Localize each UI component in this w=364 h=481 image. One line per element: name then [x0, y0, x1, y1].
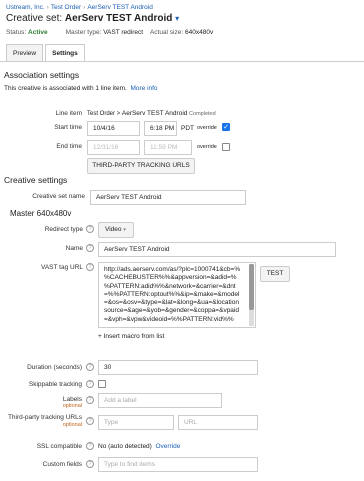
custom-fields-input[interactable]: Type to find items: [98, 457, 258, 472]
labels-optional: optional: [62, 403, 82, 409]
end-time-input[interactable]: 11:59 PM: [144, 140, 192, 155]
creative-settings-heading: Creative settings: [4, 175, 68, 185]
breadcrumb-separator: ›: [46, 4, 49, 11]
tracking-url-input[interactable]: URL: [178, 415, 258, 430]
start-date-input[interactable]: 10/4/16: [87, 121, 140, 136]
line-item-name: AerServ TEST Android: [121, 110, 188, 117]
start-override-checkbox[interactable]: ✓: [222, 123, 230, 131]
ssl-override-link[interactable]: Override: [155, 443, 180, 450]
breadcrumb-test-order[interactable]: Test Order: [51, 4, 81, 11]
master-type-value: VAST redirect: [103, 29, 144, 36]
duration-input[interactable]: 30: [98, 360, 258, 375]
tab-settings[interactable]: Settings: [45, 44, 85, 62]
start-timezone: PDT: [181, 125, 194, 132]
breadcrumb-separator: ›: [83, 4, 86, 11]
dropdown-caret-icon[interactable]: ▾: [175, 14, 179, 23]
ssl-value: No (auto detected): [98, 443, 152, 450]
start-time-input[interactable]: 6:18 PM: [144, 121, 177, 136]
breadcrumb-creative[interactable]: AerServ TEST Android: [87, 4, 153, 11]
help-icon[interactable]: ?: [86, 442, 94, 450]
status-label: Status:: [6, 29, 27, 36]
vast-tag-textarea[interactable]: http://ads.aerserv.com/as/?plc=1000741&c…: [98, 262, 256, 328]
redirect-type-select[interactable]: Video ▾: [98, 222, 134, 238]
labels-label: Labels optional: [5, 396, 82, 409]
help-icon[interactable]: ?: [86, 244, 94, 252]
help-icon[interactable]: ?: [86, 396, 94, 404]
custom-fields-label: Custom fields: [42, 461, 82, 468]
ssl-label: SSL compatible: [36, 443, 82, 450]
skippable-label: Skippable tracking: [28, 381, 82, 388]
creative-set-name-input[interactable]: AerServ TEST Android: [90, 190, 246, 205]
tab-preview[interactable]: Preview: [6, 44, 44, 62]
more-info-link[interactable]: More info: [130, 85, 157, 92]
end-override-checkbox[interactable]: [222, 143, 230, 151]
tracking-type-input[interactable]: Type: [98, 415, 174, 430]
help-icon[interactable]: ?: [86, 380, 94, 388]
start-override-label: override: [197, 125, 217, 131]
help-icon[interactable]: ?: [86, 225, 94, 233]
plus-icon: +: [98, 333, 102, 340]
tracking-urls-optional: optional: [62, 421, 82, 428]
line-item-status: Completed: [189, 111, 216, 117]
name-input[interactable]: AerServ TEST Android: [98, 242, 336, 257]
duration-label: Duration (seconds): [27, 364, 82, 371]
third-party-tracking-button[interactable]: THIRD-PARTY TRACKING URLS: [87, 158, 195, 174]
vast-scrollbar-thumb[interactable]: [249, 264, 254, 310]
master-heading: Master 640x480v: [10, 209, 72, 218]
page-title: Creative set: AerServ TEST Android ▾: [6, 13, 179, 24]
actual-size-value: 640x480v: [185, 29, 214, 36]
end-time-label: End time: [56, 143, 82, 150]
end-override-label: override: [197, 144, 217, 150]
ssl-status: No (auto detected) Override: [98, 443, 180, 450]
title-prefix: Creative set:: [6, 13, 63, 24]
redirect-type-label: Redirect type: [44, 226, 83, 233]
start-time-label: Start time: [54, 124, 82, 131]
end-date-input[interactable]: 12/31/16: [87, 140, 140, 155]
creative-set-name-label: Creative set name: [32, 193, 85, 200]
name-label: Name: [65, 245, 83, 252]
line-item-label: Line item: [55, 110, 82, 117]
status-line: Status: Active Master type: VAST redirec…: [6, 29, 213, 36]
insert-macro[interactable]: + Insert macro from list: [98, 333, 164, 340]
dropdown-caret-icon: ▾: [123, 227, 126, 233]
master-type-label: Master type:: [65, 29, 102, 36]
insert-macro-label: Insert macro from list: [103, 333, 165, 340]
tracking-urls-label: Third-party tracking URLs optional: [5, 414, 82, 429]
help-icon[interactable]: ?: [86, 417, 94, 425]
association-info: This creative is associated with 1 line …: [4, 85, 158, 92]
test-button[interactable]: TEST: [260, 266, 290, 282]
line-item-order: Test Order: [87, 111, 116, 117]
title-name: AerServ TEST Android: [64, 13, 173, 24]
vast-tag-label: VAST tag URL: [40, 264, 83, 271]
tab-bar: Preview Settings: [6, 44, 87, 62]
association-heading: Association settings: [4, 70, 80, 80]
labels-label-text: Labels: [62, 396, 82, 403]
help-icon[interactable]: ?: [86, 263, 94, 271]
line-item-value: Test Order > AerServ TEST Android Comple…: [87, 110, 216, 117]
association-info-text: This creative is associated with 1 line …: [4, 85, 127, 92]
skippable-checkbox[interactable]: [98, 380, 106, 388]
help-icon[interactable]: ?: [86, 363, 94, 371]
tracking-urls-label-text: Third-party tracking URLs: [7, 414, 82, 421]
actual-size-label: Actual size:: [149, 29, 184, 36]
help-icon[interactable]: ?: [86, 460, 94, 468]
redirect-type-value: Video: [105, 226, 122, 233]
breadcrumb-ustream[interactable]: Ustream, Inc.: [6, 4, 45, 11]
status-badge: Active: [28, 29, 48, 36]
labels-input[interactable]: Add a label: [98, 393, 222, 408]
tab-divider: [0, 61, 364, 62]
breadcrumb: Ustream, Inc. › Test Order › AerServ TEST An…: [6, 4, 153, 11]
